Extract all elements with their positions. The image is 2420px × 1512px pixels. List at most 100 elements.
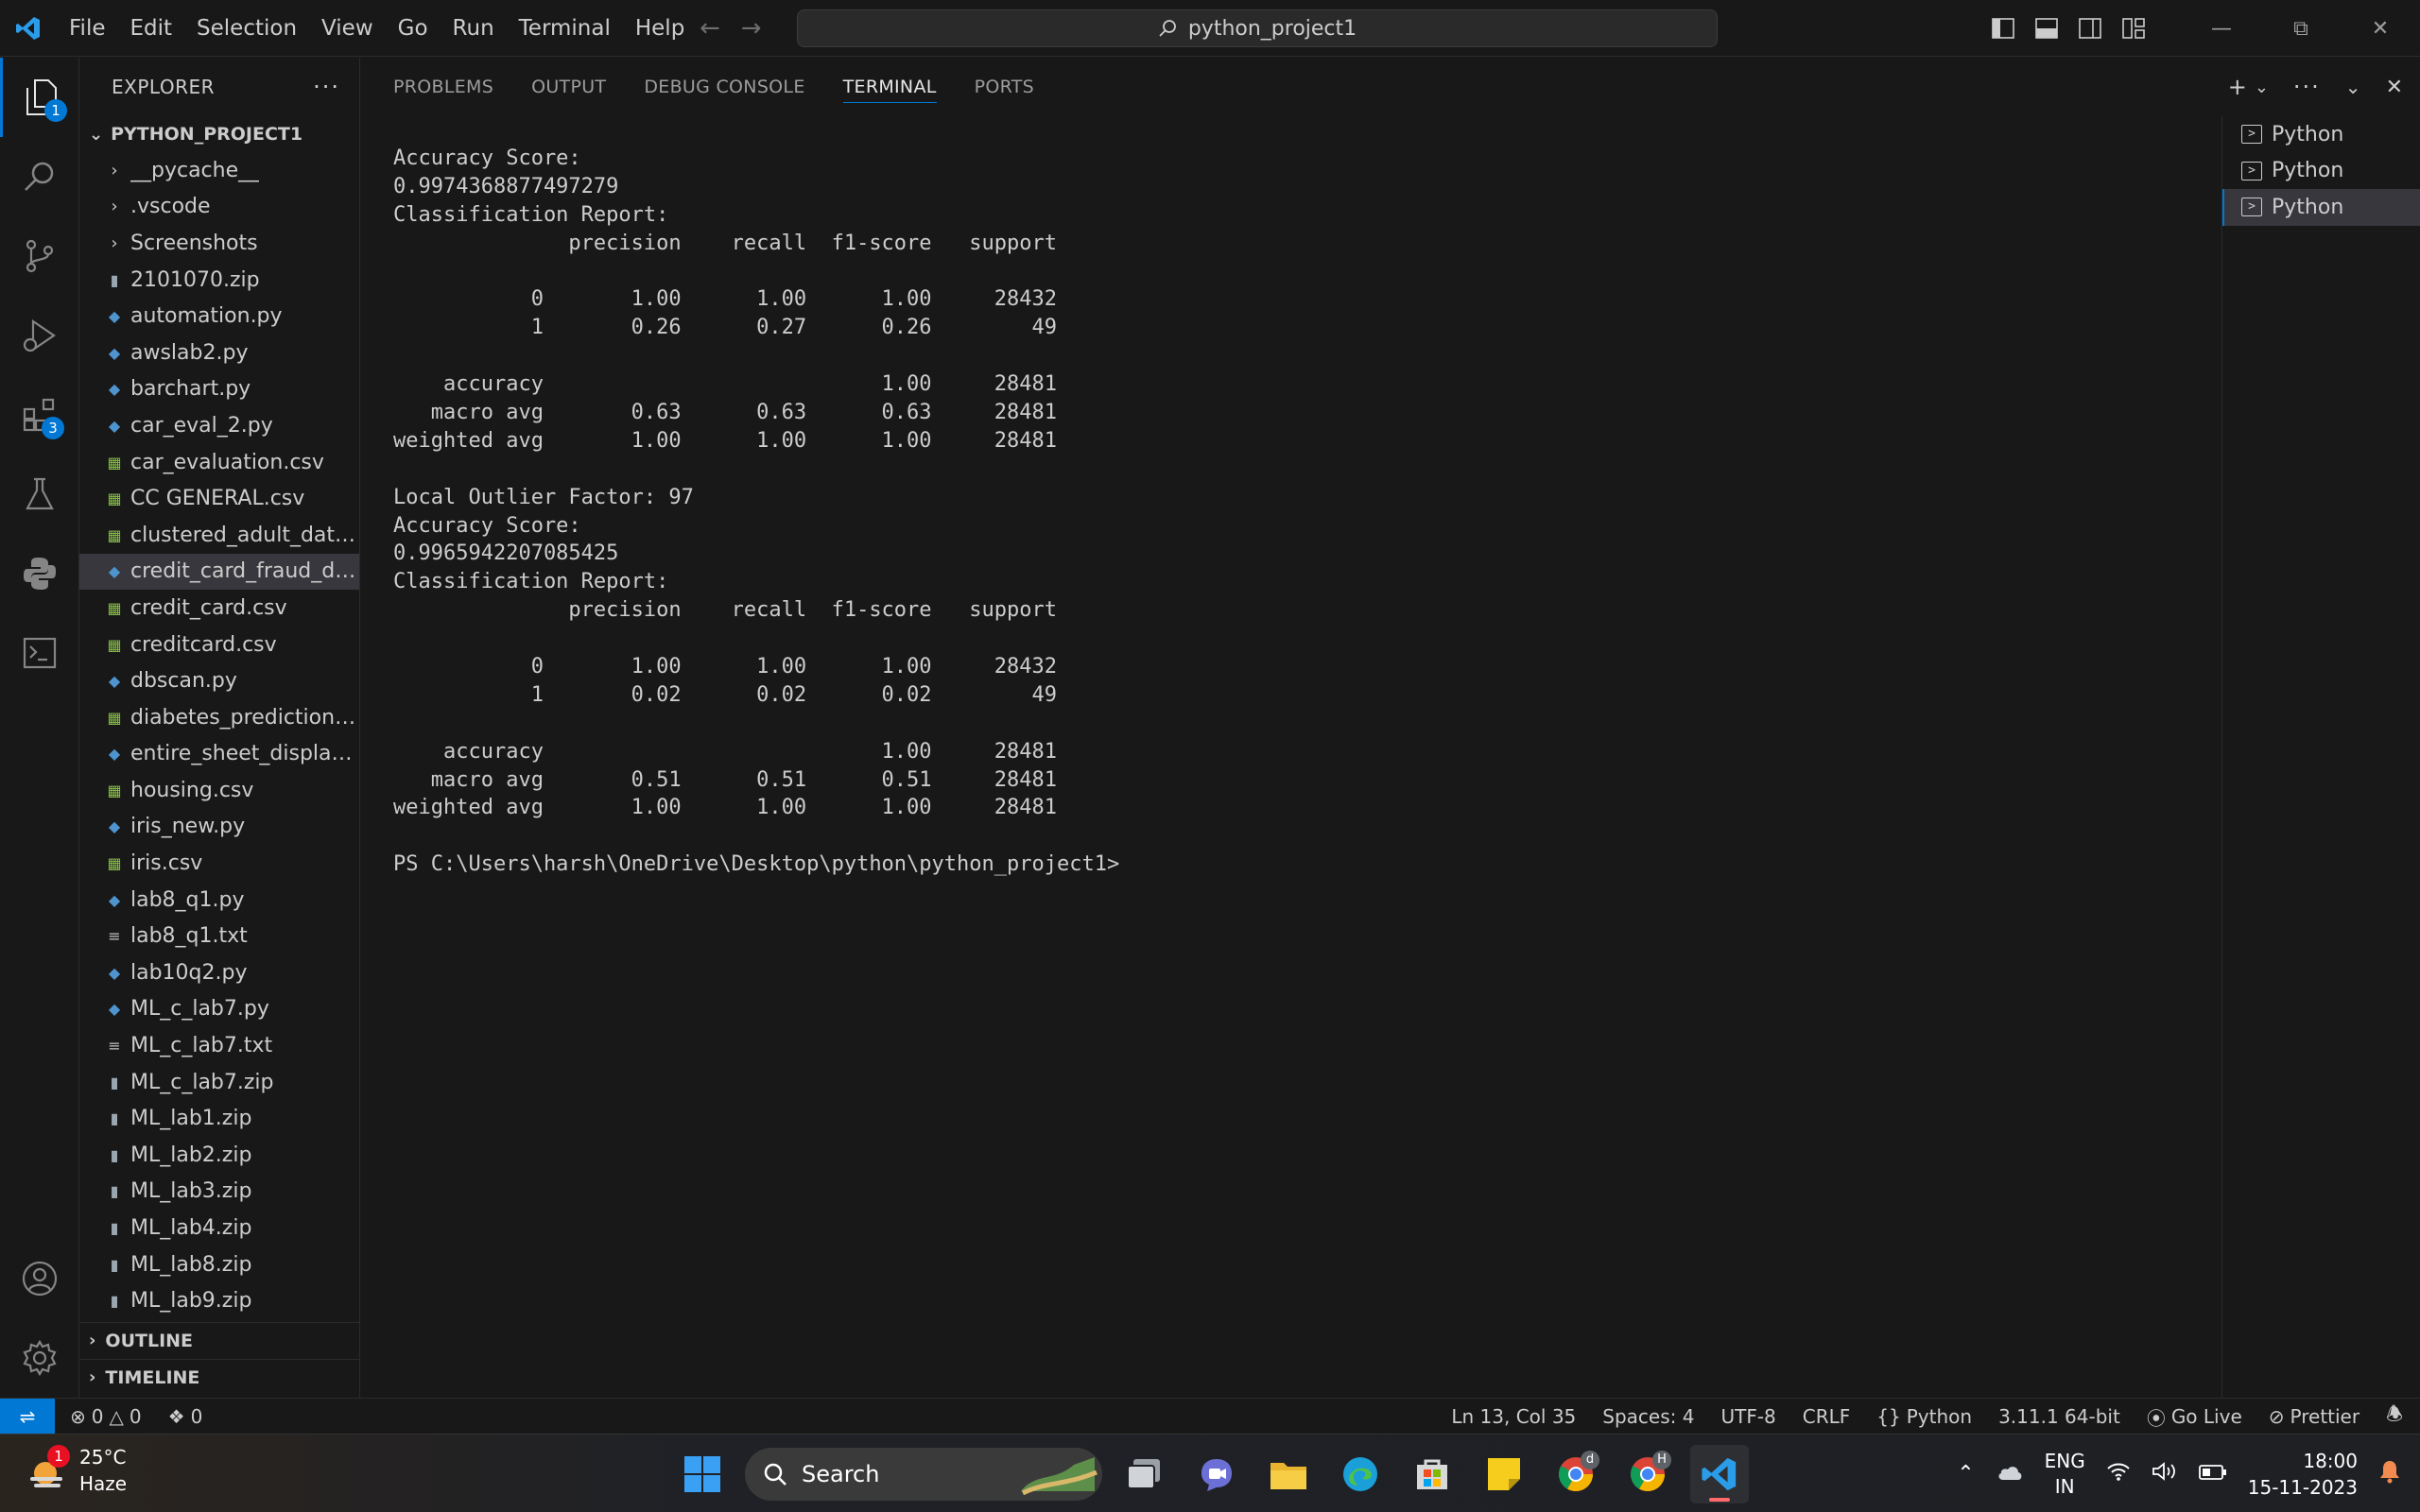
file-item[interactable]: ▦ CC GENERAL.csv <box>79 480 359 517</box>
language-mode[interactable]: {} Python <box>1876 1405 1972 1428</box>
wifi-icon[interactable] <box>2106 1461 2131 1486</box>
python-interpreter[interactable]: 3.11.1 64-bit <box>1998 1405 2120 1428</box>
search-icon[interactable] <box>0 137 79 216</box>
weather-widget[interactable]: 1 25°C Haze <box>26 1444 127 1497</box>
file-item[interactable]: ≡ lab8_q1.txt <box>79 918 359 954</box>
tab-terminal[interactable]: TERMINAL <box>824 58 956 116</box>
customize-layout-icon[interactable] <box>2112 0 2155 57</box>
file-item[interactable]: ▮ ML_lab1.zip <box>79 1100 359 1137</box>
file-item[interactable]: ◆ iris_new.py <box>79 809 359 846</box>
file-item[interactable]: ▮ ML_lab9.zip <box>79 1282 359 1319</box>
folder-item[interactable]: › __pycache__ <box>79 152 359 189</box>
microsoft-store-icon[interactable] <box>1403 1445 1461 1503</box>
tab-problems[interactable]: PROBLEMS <box>393 58 512 116</box>
notifications-bell-icon[interactable]: 🕭 <box>2386 1400 2403 1433</box>
task-view-icon[interactable] <box>1115 1445 1174 1503</box>
file-item[interactable]: ◆ lab8_q1.py <box>79 882 359 919</box>
file-item[interactable]: ◆ dbscan.py <box>79 662 359 699</box>
taskbar-search[interactable]: Search <box>745 1447 1102 1501</box>
close-panel-icon[interactable]: ✕ <box>2386 76 2403 99</box>
file-item[interactable]: ▮ ML_lab3.zip <box>79 1174 359 1211</box>
explorer-icon[interactable]: 1 <box>0 58 79 137</box>
timeline-section[interactable]: › TIMELINE <box>79 1359 360 1395</box>
python-icon[interactable] <box>0 534 79 613</box>
file-item[interactable]: ◆ ML_c_lab7.py <box>79 991 359 1028</box>
menu-selection[interactable]: Selection <box>184 0 309 57</box>
problems-indicator[interactable]: ⊗ 0 △ 0 <box>70 1405 142 1428</box>
file-item[interactable]: ◆ car_eval_2.py <box>79 407 359 444</box>
prettier-button[interactable]: ⊘ Prettier <box>2269 1405 2360 1428</box>
more-actions-icon[interactable]: ··· <box>313 74 340 100</box>
close-icon[interactable]: ✕ <box>2341 0 2420 57</box>
restore-icon[interactable]: ⧉ <box>2261 0 2341 57</box>
menu-go[interactable]: Go <box>386 0 441 57</box>
chrome-icon[interactable]: d <box>1547 1445 1605 1503</box>
indentation[interactable]: Spaces: 4 <box>1602 1405 1694 1428</box>
terminal-instance-3[interactable]: > Python <box>2222 189 2420 226</box>
go-live-button[interactable]: ⦿ Go Live <box>2147 1403 2242 1431</box>
teams-chat-icon[interactable] <box>1187 1445 1246 1503</box>
show-hidden-icons-chevron-icon[interactable]: ⌃ <box>1957 1462 1974 1486</box>
minimize-icon[interactable]: — <box>2182 0 2261 57</box>
menu-run[interactable]: Run <box>441 0 507 57</box>
file-item[interactable]: ◆ credit_card_fraud_det... <box>79 553 359 591</box>
menu-edit[interactable]: Edit <box>118 0 185 57</box>
file-item[interactable]: ▦ creditcard.csv <box>79 627 359 663</box>
file-item[interactable]: ≡ ML_c_lab7.txt <box>79 1027 359 1064</box>
windows-start-icon[interactable] <box>673 1445 732 1503</box>
back-arrow-icon[interactable]: ← <box>700 14 720 43</box>
ports-indicator[interactable]: ❖ 0 <box>168 1405 203 1428</box>
encoding[interactable]: UTF-8 <box>1720 1405 1775 1428</box>
file-item[interactable]: ▮ ML_lab8.zip <box>79 1246 359 1283</box>
folder-item[interactable]: › Screenshots <box>79 225 359 262</box>
file-item[interactable]: ◆ awslab2.py <box>79 335 359 371</box>
command-center-search[interactable]: python_project1 <box>797 9 1718 47</box>
toggle-panel-icon[interactable] <box>2025 0 2068 57</box>
menu-help[interactable]: Help <box>623 0 697 57</box>
file-item[interactable]: ▦ clustered_adult_data.... <box>79 517 359 554</box>
file-item[interactable]: ◆ entire_sheet_display.py <box>79 736 359 773</box>
tab-output[interactable]: OUTPUT <box>512 58 625 116</box>
terminal-instance-1[interactable]: > Python <box>2222 116 2420 153</box>
file-item[interactable]: ▦ diabetes_prediction_d... <box>79 699 359 736</box>
file-item[interactable]: ▦ iris.csv <box>79 845 359 882</box>
remote-terminal-icon[interactable] <box>0 613 79 693</box>
end-of-line[interactable]: CRLF <box>1803 1405 1851 1428</box>
menu-terminal[interactable]: Terminal <box>507 0 623 57</box>
toggle-secondary-sidebar-icon[interactable] <box>2068 0 2112 57</box>
file-explorer-icon[interactable] <box>1259 1445 1318 1503</box>
terminal-instance-2[interactable]: > Python <box>2222 153 2420 190</box>
file-item[interactable]: ▮ ML_c_lab7.zip <box>79 1064 359 1101</box>
file-item[interactable]: ▮ 2101070.zip <box>79 262 359 299</box>
sticky-notes-icon[interactable] <box>1475 1445 1533 1503</box>
file-item[interactable]: ▮ ML_lab2.zip <box>79 1137 359 1174</box>
file-item[interactable]: ▮ ML_lab4.zip <box>79 1210 359 1246</box>
menu-file[interactable]: File <box>57 0 118 57</box>
file-item[interactable]: ◆ automation.py <box>79 298 359 335</box>
file-item[interactable]: ▦ car_evaluation.csv <box>79 444 359 481</box>
maximize-panel-icon[interactable]: ⌄ <box>2345 76 2361 98</box>
edge-browser-icon[interactable] <box>1331 1445 1390 1503</box>
forward-arrow-icon[interactable]: → <box>741 14 762 43</box>
tab-debug-console[interactable]: DEBUG CONSOLE <box>625 58 823 116</box>
settings-gear-icon[interactable] <box>0 1318 79 1398</box>
menu-view[interactable]: View <box>309 0 386 57</box>
file-item[interactable]: ◆ barchart.py <box>79 371 359 408</box>
vscode-taskbar-icon[interactable] <box>1690 1444 1749 1503</box>
file-item[interactable]: ▦ credit_card.csv <box>79 590 359 627</box>
terminal-output[interactable]: Accuracy Score: 0.9974368877497279 Classif… <box>393 145 2246 879</box>
testing-flask-icon[interactable] <box>0 455 79 534</box>
file-item[interactable]: ◆ lab10q2.py <box>79 954 359 991</box>
more-actions-icon[interactable]: ··· <box>2293 74 2321 100</box>
file-item[interactable]: ▦ housing.csv <box>79 772 359 809</box>
cursor-position[interactable]: Ln 13, Col 35 <box>1451 1405 1576 1428</box>
terminal-dropdown-icon[interactable]: ⌄ <box>2255 77 2269 97</box>
project-folder-header[interactable]: ⌄ PYTHON_PROJECT1 <box>79 116 359 152</box>
clock[interactable]: 18:00 15-11-2023 <box>2248 1448 2358 1501</box>
source-control-icon[interactable] <box>0 216 79 296</box>
outline-section[interactable]: › OUTLINE <box>79 1322 360 1358</box>
notification-bell-icon[interactable] <box>2378 1459 2401 1488</box>
toggle-primary-sidebar-icon[interactable] <box>1981 0 2025 57</box>
extensions-icon[interactable]: 3 <box>0 375 79 455</box>
battery-icon[interactable] <box>2198 1463 2227 1486</box>
